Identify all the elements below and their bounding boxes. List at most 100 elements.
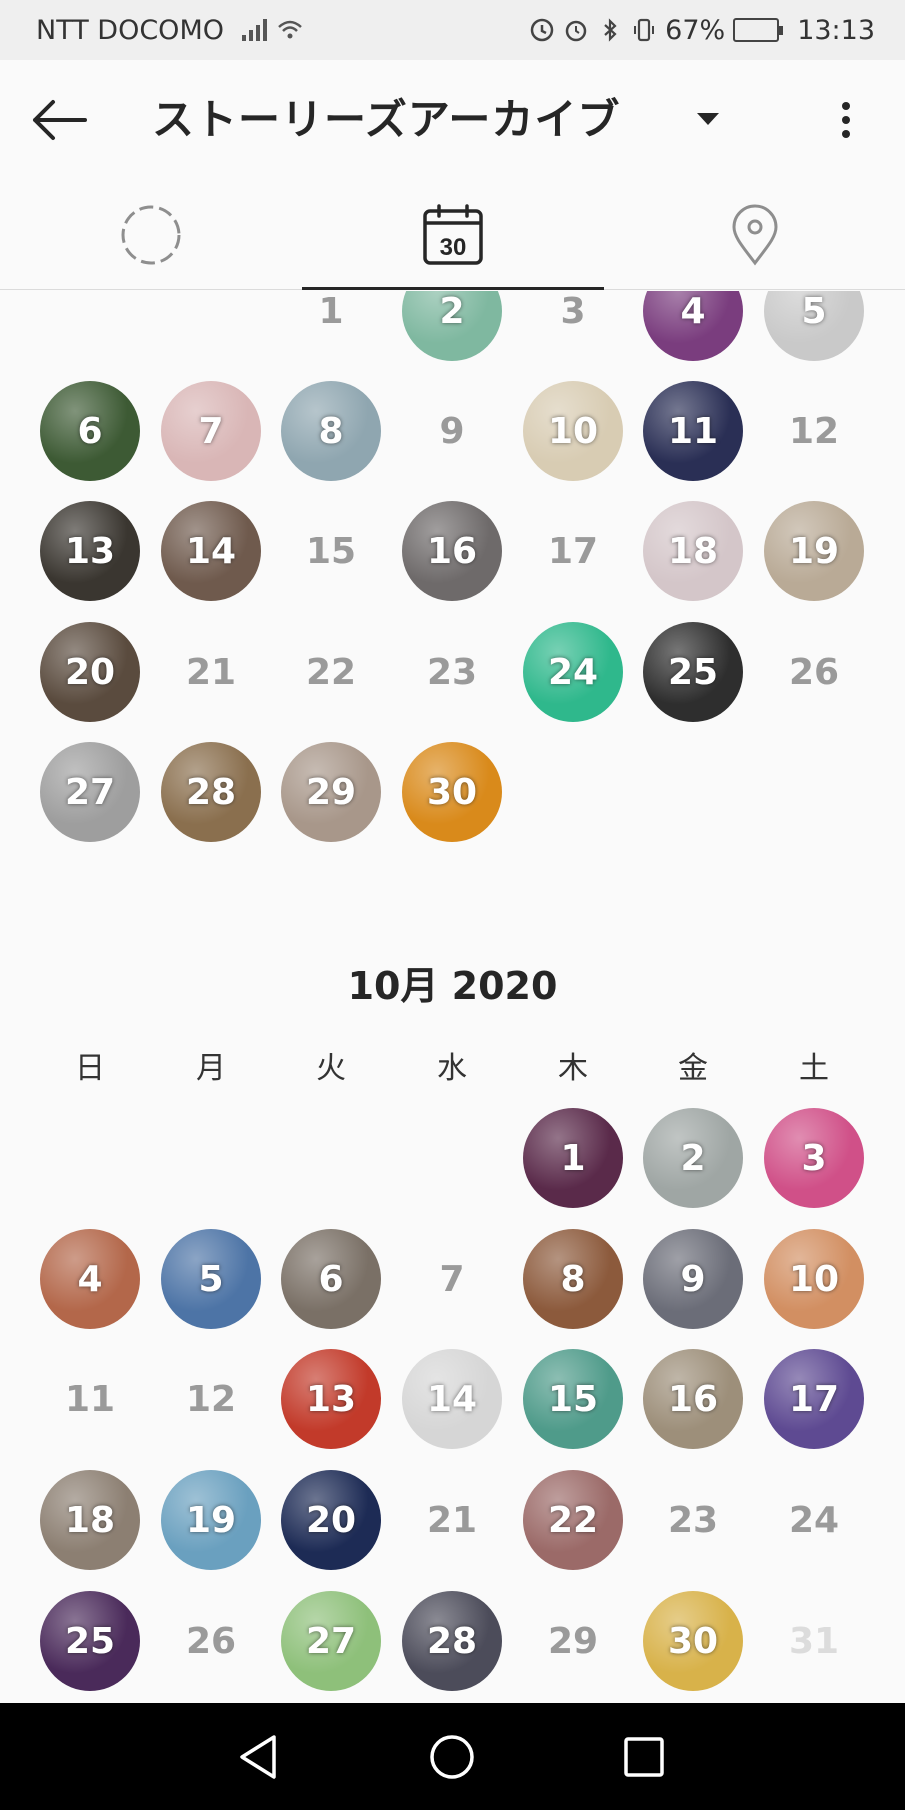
weekday-label: 水 [437, 1051, 467, 1086]
calendar-day-october-29: 29 [547, 1620, 599, 1662]
nav-back-button[interactable] [226, 1725, 290, 1789]
tab-stories[interactable] [0, 180, 302, 290]
calendar-day-september-10[interactable]: 10 [523, 381, 623, 481]
calendar-day-september-9: 9 [439, 410, 465, 452]
calendar-day-september-25[interactable]: 25 [643, 622, 743, 722]
calendar-day-september-11[interactable]: 11 [643, 381, 743, 481]
more-vertical-icon [842, 102, 850, 138]
arrow-left-icon [33, 100, 87, 140]
caret-down-icon [697, 113, 719, 125]
alarm-icon [565, 20, 587, 42]
calendar-day-october-30[interactable]: 30 [643, 1591, 743, 1691]
calendar-day-october-4[interactable]: 4 [40, 1229, 140, 1329]
calendar-day-september-8[interactable]: 8 [281, 381, 381, 481]
battery-icon [733, 18, 784, 42]
calendar-day-september-13[interactable]: 13 [40, 501, 140, 601]
calendar-day-september-28[interactable]: 28 [161, 742, 261, 842]
calendar-day-october-18[interactable]: 18 [40, 1470, 140, 1570]
calendar-day-september-26: 26 [788, 651, 840, 693]
calendar-icon: 30 [423, 204, 483, 265]
calendar-day-october-3[interactable]: 3 [764, 1108, 864, 1208]
calendar-day-september-7[interactable]: 7 [161, 381, 261, 481]
calendar-day-october-10[interactable]: 10 [764, 1229, 864, 1329]
calendar-day-september-23: 23 [426, 651, 478, 693]
calendar-day-october-5[interactable]: 5 [161, 1229, 261, 1329]
signal-icon [242, 19, 267, 41]
calendar-day-september-12: 12 [788, 410, 840, 452]
circle-home-icon [430, 1735, 474, 1779]
location-pin-icon [732, 204, 778, 266]
dashed-circle-icon [121, 205, 181, 265]
calendar-day-october-1[interactable]: 1 [523, 1108, 623, 1208]
android-nav-bar [0, 1703, 905, 1810]
calendar-day-september-15: 15 [305, 530, 357, 572]
calendar-day-september-4[interactable]: 4 [643, 291, 743, 361]
weekday-label: 土 [799, 1051, 829, 1086]
calendar-day-september-2[interactable]: 2 [402, 291, 502, 361]
page-title: ストーリーズアーカイブ [152, 95, 621, 144]
calendar-day-october-27[interactable]: 27 [281, 1591, 381, 1691]
tab-calendar[interactable]: 30 [302, 180, 604, 290]
calendar-day-october-31: 31 [788, 1620, 840, 1662]
calendar-day-october-17[interactable]: 17 [764, 1349, 864, 1449]
month-title: 10月 2020 [347, 964, 558, 1008]
calendar-day-september-24[interactable]: 24 [523, 622, 623, 722]
calendar-day-october-12: 12 [185, 1378, 237, 1420]
calendar-day-september-14[interactable]: 14 [161, 501, 261, 601]
calendar-day-october-16[interactable]: 16 [643, 1349, 743, 1449]
calendar-day-october-25[interactable]: 25 [40, 1591, 140, 1691]
back-button[interactable] [24, 90, 94, 150]
clock: 13:13 [797, 14, 875, 46]
calendar-day-october-7: 7 [439, 1258, 465, 1300]
more-options-button[interactable] [826, 90, 866, 150]
weekday-label: 金 [678, 1051, 708, 1086]
calendar-day-october-2[interactable]: 2 [643, 1108, 743, 1208]
calendar-day-october-28[interactable]: 28 [402, 1591, 502, 1691]
square-recents-icon [624, 1737, 664, 1777]
calendar-day-september-30[interactable]: 30 [402, 742, 502, 842]
calendar-day-october-23: 23 [667, 1499, 719, 1541]
calendar-day-october-11: 11 [64, 1378, 116, 1420]
calendar-day-september-1: 1 [318, 291, 344, 332]
calendar-day-october-6[interactable]: 6 [281, 1229, 381, 1329]
calendar-day-october-21: 21 [426, 1499, 478, 1541]
vibrate-icon [634, 18, 655, 42]
calendar-day-october-22[interactable]: 22 [523, 1470, 623, 1570]
calendar-day-october-14[interactable]: 14 [402, 1349, 502, 1449]
archive-type-dropdown[interactable] [688, 96, 728, 144]
tab-bar: 30 [0, 180, 905, 290]
carrier-label: NTT DOCOMO [36, 14, 224, 46]
nav-recents-button[interactable] [612, 1725, 676, 1789]
battery-percent: 67% [665, 14, 726, 46]
tab-indicator [302, 287, 604, 290]
calendar-day-september-3: 3 [560, 291, 586, 332]
status-bar: NTT DOCOMO 67% 13:13 [0, 0, 905, 60]
calendar-scroll-area[interactable]: 1 2 3 4 5 6 7 8 9 10 11 12 13 14 15 16 17 18 19 20 21 22 23 24 2… [0, 291, 905, 1703]
calendar-day-september-6[interactable]: 6 [40, 381, 140, 481]
calendar-day-september-21: 21 [185, 651, 237, 693]
triangle-back-icon [240, 1735, 276, 1779]
weekday-label: 日 [75, 1051, 105, 1086]
calendar-day-october-19[interactable]: 19 [161, 1470, 261, 1570]
calendar-day-october-15[interactable]: 15 [523, 1349, 623, 1449]
app-header: ストーリーズアーカイブ [0, 60, 905, 180]
calendar-day-october-13[interactable]: 13 [281, 1349, 381, 1449]
calendar-day-september-17: 17 [547, 530, 599, 572]
calendar-day-september-27[interactable]: 27 [40, 742, 140, 842]
data-saver-icon [530, 18, 554, 42]
calendar-day-october-20[interactable]: 20 [281, 1470, 381, 1570]
calendar-day-october-9[interactable]: 9 [643, 1229, 743, 1329]
calendar-day-september-5[interactable]: 5 [764, 291, 864, 361]
tab-map[interactable] [604, 180, 905, 290]
calendar-day-september-16[interactable]: 16 [402, 501, 502, 601]
calendar-day-september-29[interactable]: 29 [281, 742, 381, 842]
nav-home-button[interactable] [420, 1725, 484, 1789]
calendar-day-september-22: 22 [305, 651, 357, 693]
calendar-day-october-24: 24 [788, 1499, 840, 1541]
wifi-icon [278, 20, 302, 39]
calendar-day-october-26: 26 [185, 1620, 237, 1662]
calendar-day-september-20[interactable]: 20 [40, 622, 140, 722]
calendar-day-october-8[interactable]: 8 [523, 1229, 623, 1329]
calendar-day-september-18[interactable]: 18 [643, 501, 743, 601]
calendar-day-september-19[interactable]: 19 [764, 501, 864, 601]
